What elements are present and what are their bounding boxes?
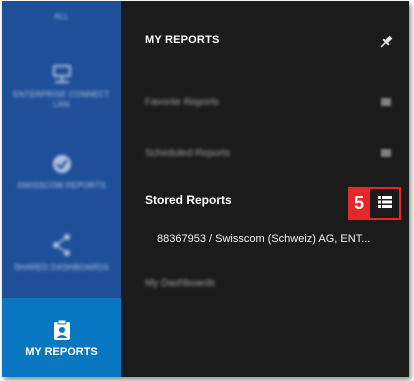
nav-item-shared-dashboards[interactable]: SHARED DASHBOARDS — [2, 213, 121, 293]
panel-title: MY REPORTS — [145, 34, 220, 46]
network-icon — [52, 65, 71, 83]
nav-item-label: ENTERPRISE CONNECT LAN — [13, 90, 110, 109]
nav-item-swisscom-reports[interactable]: SWISSCOM REPORTS — [2, 137, 121, 207]
star-icon — [381, 98, 391, 106]
annotation-number-badge: 5 — [348, 187, 370, 220]
reports-panel: MY REPORTS Favorite Reports Scheduled Re… — [121, 1, 409, 377]
nav-rail: ALL ENTERPRISE CONNECT LAN SWISSCOM REPO… — [2, 1, 121, 377]
nav-item-label: ALL — [54, 12, 69, 21]
menu-item-label: Stored Reports — [145, 193, 232, 207]
nav-item-label: MY REPORTS — [25, 346, 98, 358]
clipboard-user-icon — [53, 319, 70, 340]
share-icon — [52, 234, 70, 256]
stored-report-item[interactable]: 88367953 / Swisscom (Schweiz) AG, ENT... — [157, 233, 370, 245]
check-circle-icon — [52, 155, 71, 173]
nav-item-label: SWISSCOM REPORTS — [17, 181, 106, 190]
calendar-icon — [381, 149, 391, 157]
pin-icon[interactable] — [378, 34, 394, 50]
nav-item-label: SHARED DASHBOARDS — [14, 263, 109, 272]
menu-item-label: My Dashboards — [145, 277, 216, 289]
menu-item-scheduled-reports[interactable]: Scheduled Reports — [145, 143, 391, 163]
nav-item-enterprise-connect-lan[interactable]: ENTERPRISE CONNECT LAN — [2, 47, 121, 127]
nav-item-my-reports[interactable]: MY REPORTS — [2, 298, 121, 377]
menu-item-label: Favorite Reports — [145, 96, 219, 108]
menu-item-label: Scheduled Reports — [145, 147, 231, 159]
list-icon[interactable] — [378, 196, 392, 208]
menu-item-favorite-reports[interactable]: Favorite Reports — [145, 92, 391, 112]
nav-item-all[interactable]: ALL — [2, 1, 121, 41]
menu-window: ALL ENTERPRISE CONNECT LAN SWISSCOM REPO… — [2, 1, 409, 377]
menu-item-my-dashboards[interactable]: My Dashboards — [145, 273, 391, 293]
